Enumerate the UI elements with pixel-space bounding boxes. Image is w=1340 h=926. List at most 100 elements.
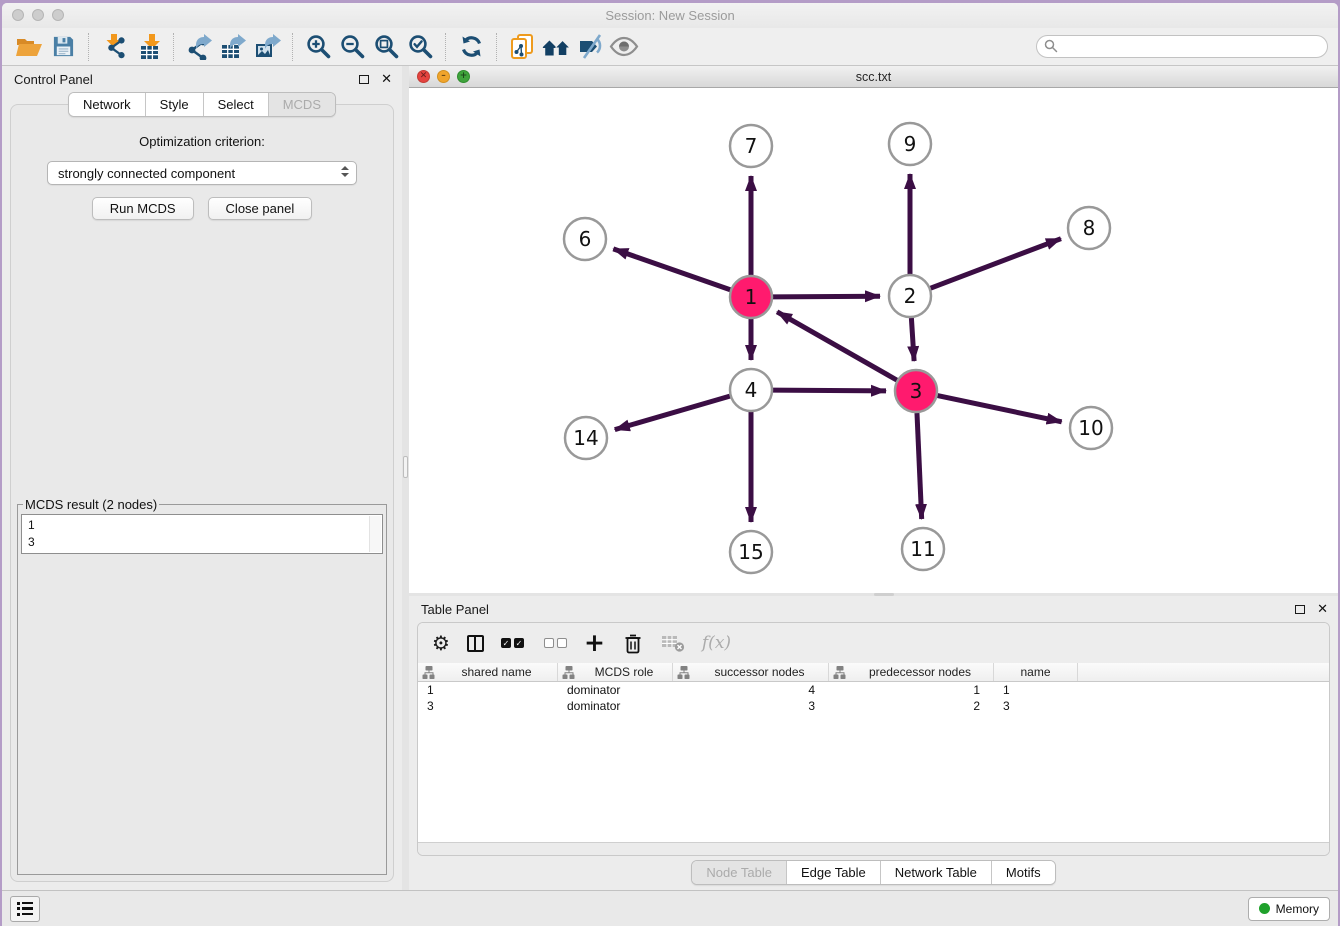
export-table-button[interactable] xyxy=(218,32,248,62)
cell-name[interactable]: 1 xyxy=(994,682,1078,698)
graph-edge-4-14[interactable] xyxy=(615,396,730,429)
tab-style[interactable]: Style xyxy=(145,93,203,116)
graph-node-4[interactable]: 4 xyxy=(730,369,772,411)
graph-node-7[interactable]: 7 xyxy=(730,125,772,167)
mcds-result-box[interactable]: 13 xyxy=(21,514,383,554)
float-panel-icon[interactable] xyxy=(359,75,369,84)
close-table-panel-icon[interactable]: ✕ xyxy=(1317,603,1328,616)
table-header-row: shared nameMCDS rolesuccessor nodesprede… xyxy=(418,663,1329,682)
search-input[interactable] xyxy=(1036,35,1328,58)
graph-edge-2-3[interactable] xyxy=(911,318,914,361)
close-panel-button[interactable]: Close panel xyxy=(208,197,313,220)
run-mcds-button[interactable]: Run MCDS xyxy=(92,197,194,220)
memory-button[interactable]: Memory xyxy=(1248,897,1330,921)
cell-shared-name[interactable]: 3 xyxy=(418,698,558,714)
minimize-window-button[interactable] xyxy=(32,9,44,21)
export-table-icon xyxy=(220,33,247,60)
function-builder-button[interactable]: f(x) xyxy=(702,633,731,653)
network-graph[interactable]: 1 2 3 4 6 7 8 9 10 11 14 15 xyxy=(409,88,1338,593)
graph-node-10[interactable]: 10 xyxy=(1070,407,1112,449)
delete-table-button[interactable] xyxy=(661,633,685,653)
table-tab-edge-table[interactable]: Edge Table xyxy=(786,861,880,884)
graph-edge-1-2[interactable] xyxy=(773,296,880,297)
deselect-all-button[interactable] xyxy=(544,638,567,648)
import-table-button[interactable] xyxy=(133,32,163,62)
graph-edge-3-10[interactable] xyxy=(938,396,1062,422)
graph-node-6[interactable]: 6 xyxy=(564,218,606,260)
network-close-button[interactable]: ✕ xyxy=(417,70,430,83)
table-tab-node-table[interactable]: Node Table xyxy=(692,861,786,884)
column-header-successor-nodes[interactable]: successor nodes xyxy=(673,663,829,681)
tab-mcds[interactable]: MCDS xyxy=(268,93,335,116)
table-tab-motifs[interactable]: Motifs xyxy=(991,861,1055,884)
select-all-button[interactable]: ✓✓ xyxy=(501,638,527,648)
graph-edge-2-8[interactable] xyxy=(931,239,1061,289)
cell-name[interactable]: 3 xyxy=(994,698,1078,714)
graph-node-8[interactable]: 8 xyxy=(1068,207,1110,249)
column-header-MCDS-role[interactable]: MCDS role xyxy=(558,663,673,681)
hide-labels-button[interactable] xyxy=(575,32,605,62)
table-panel-title: Table Panel xyxy=(421,602,489,617)
cell-MCDS-role[interactable]: dominator xyxy=(558,682,673,698)
delete-button[interactable] xyxy=(622,632,644,655)
zoom-out-button[interactable] xyxy=(337,32,367,62)
import-network-button[interactable] xyxy=(99,32,129,62)
table-tab-network-table[interactable]: Network Table xyxy=(880,861,991,884)
network-maximize-button[interactable]: + xyxy=(457,70,470,83)
open-session-button[interactable] xyxy=(14,32,44,62)
close-panel-icon[interactable]: ✕ xyxy=(381,73,392,86)
tab-select[interactable]: Select xyxy=(203,93,268,116)
settings-button[interactable]: ⚙ xyxy=(432,633,450,653)
zoom-selected-button[interactable] xyxy=(405,32,435,62)
graph-node-11[interactable]: 11 xyxy=(902,528,944,570)
zoom-fit-button[interactable] xyxy=(371,32,401,62)
graph-edge-3-1[interactable] xyxy=(777,312,897,380)
graph-node-14[interactable]: 14 xyxy=(565,417,607,459)
cell-shared-name[interactable]: 1 xyxy=(418,682,558,698)
save-session-button[interactable] xyxy=(48,32,78,62)
close-window-button[interactable] xyxy=(12,9,24,21)
zoom-in-button[interactable] xyxy=(303,32,333,62)
column-header-shared-name[interactable]: shared name xyxy=(418,663,558,681)
graph-node-15[interactable]: 15 xyxy=(730,531,772,573)
network-minimize-button[interactable]: – xyxy=(437,70,450,83)
graph-node-2[interactable]: 2 xyxy=(889,275,931,317)
tab-network[interactable]: Network xyxy=(69,93,145,116)
table-row-0[interactable]: 1dominator411 xyxy=(418,682,1329,698)
result-scrollbar[interactable] xyxy=(369,516,381,552)
column-header-name[interactable]: name xyxy=(994,663,1078,681)
graph-edge-1-6[interactable] xyxy=(613,249,730,290)
cell-MCDS-role[interactable]: dominator xyxy=(558,698,673,714)
export-image-button[interactable] xyxy=(252,32,282,62)
table-tabs: Node TableEdge TableNetwork TableMotifs xyxy=(691,860,1055,885)
cell-successor-nodes[interactable]: 3 xyxy=(673,698,829,714)
cell-successor-nodes[interactable]: 4 xyxy=(673,682,829,698)
table-horizontal-scrollbar[interactable] xyxy=(418,842,1329,855)
graph-node-3[interactable]: 3 xyxy=(895,370,937,412)
export-network-button[interactable] xyxy=(184,32,214,62)
refresh-view-button[interactable] xyxy=(456,32,486,62)
network-canvas[interactable]: 1 2 3 4 6 7 8 9 10 11 14 15 xyxy=(409,88,1338,593)
cyndex-browser-button[interactable] xyxy=(541,32,571,62)
optimization-criterion-dropdown[interactable]: strongly connected component xyxy=(47,161,357,185)
splitter-handle[interactable] xyxy=(403,456,408,478)
column-header-predecessor-nodes[interactable]: predecessor nodes xyxy=(829,663,994,681)
vertical-splitter[interactable] xyxy=(402,66,409,890)
table-row-1[interactable]: 3dominator323 xyxy=(418,698,1329,714)
float-table-panel-icon[interactable] xyxy=(1295,605,1305,614)
graph-edge-3-11[interactable] xyxy=(917,413,922,519)
hsplitter-handle[interactable] xyxy=(874,593,894,596)
network-window-titlebar[interactable]: ✕ – + scc.txt xyxy=(409,66,1338,88)
clone-network-button[interactable] xyxy=(507,32,537,62)
graph-node-9[interactable]: 9 xyxy=(889,123,931,165)
toggle-split-button[interactable] xyxy=(467,635,484,652)
graphics-details-button[interactable] xyxy=(609,32,639,62)
cell-predecessor-nodes[interactable]: 2 xyxy=(829,698,994,714)
add-button[interactable]: + xyxy=(584,633,605,653)
maximize-window-button[interactable] xyxy=(52,9,64,21)
graph-node-1[interactable]: 1 xyxy=(730,276,772,318)
graph-edge-4-3[interactable] xyxy=(773,390,886,391)
cell-predecessor-nodes[interactable]: 1 xyxy=(829,682,994,698)
horizontal-splitter[interactable] xyxy=(409,593,1338,596)
panel-selector-button[interactable] xyxy=(10,896,40,922)
